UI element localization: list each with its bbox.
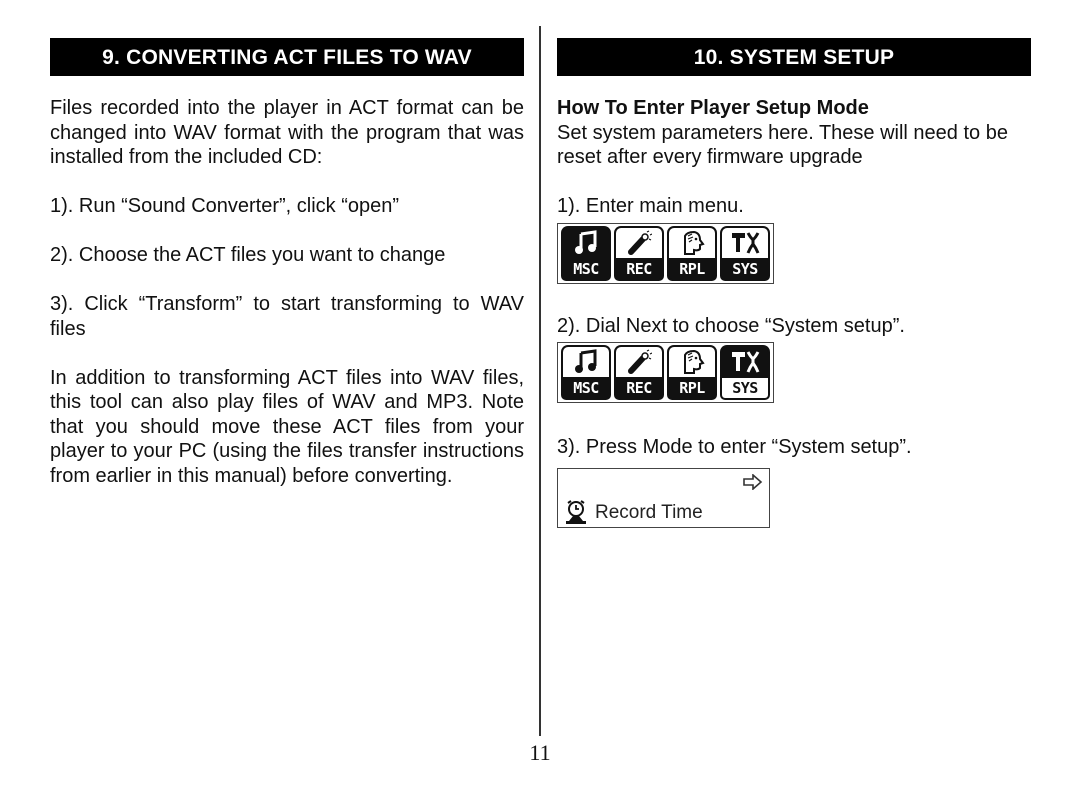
menu-item-rpl: RPL	[667, 345, 717, 400]
music-note-icon	[561, 225, 611, 258]
menu-item-msc: MSC	[561, 345, 611, 400]
menu-item-label: SYS	[720, 377, 770, 400]
menu-item-msc: MSC	[561, 225, 611, 281]
menu-item-label: RPL	[667, 377, 717, 400]
note-paragraph: In addition to transforming ACT files in…	[50, 366, 524, 487]
menu-item-label: MSC	[561, 377, 611, 400]
section-heading: 9. CONVERTING ACT FILES TO WAV	[50, 38, 524, 76]
main-menu-screen-2: MSC REC RPL SYS	[557, 342, 774, 403]
record-time-label: Record Time	[595, 501, 703, 523]
intro-paragraph: Files recorded into the player in ACT fo…	[50, 97, 524, 168]
replay-head-icon	[667, 225, 717, 258]
page-number: 11	[529, 740, 551, 765]
record-time-screen: Record Time	[557, 467, 770, 530]
menu-item-sys: SYS	[720, 345, 770, 400]
menu-item-label: REC	[614, 377, 664, 400]
intro-paragraph: Set system parameters here. These will n…	[557, 121, 1008, 169]
menu-item-sys: SYS	[720, 225, 770, 281]
step-1: 1). Run “Sound Converter”, click “open”	[50, 195, 400, 217]
microphone-icon	[614, 225, 664, 258]
column-divider	[539, 26, 541, 736]
section-system-setup: 10. SYSTEM SETUP How To Enter Player Set…	[557, 38, 1031, 528]
step-3: 3). Click “Transform” to start transform…	[50, 293, 524, 340]
right-arrow-icon	[743, 472, 763, 495]
music-note-icon	[561, 345, 611, 377]
section-heading: 10. SYSTEM SETUP	[557, 38, 1031, 76]
menu-item-label: RPL	[667, 257, 717, 281]
microphone-icon	[614, 345, 664, 377]
replay-head-icon	[667, 345, 717, 377]
menu-item-rpl: RPL	[667, 225, 717, 281]
menu-item-label: MSC	[561, 257, 611, 281]
alarm-clock-icon	[563, 499, 589, 530]
section-converting: 9. CONVERTING ACT FILES TO WAV Files rec…	[50, 38, 524, 488]
step-2: 2). Choose the ACT files you want to cha…	[50, 244, 446, 266]
step-1: 1). Enter main menu.	[557, 195, 744, 217]
menu-item-label: REC	[614, 257, 664, 281]
menu-item-rec: REC	[614, 345, 664, 400]
menu-item-label: SYS	[720, 257, 770, 281]
main-menu-screen-1: MSC REC RPL SYS	[557, 222, 774, 284]
menu-item-rec: REC	[614, 225, 664, 281]
tools-icon	[720, 345, 770, 377]
step-3: 3). Press Mode to enter “System setup”.	[557, 436, 912, 458]
subheading: How To Enter Player Setup Mode	[557, 97, 869, 119]
tools-icon	[720, 225, 770, 258]
step-2: 2). Dial Next to choose “System setup”.	[557, 314, 905, 337]
